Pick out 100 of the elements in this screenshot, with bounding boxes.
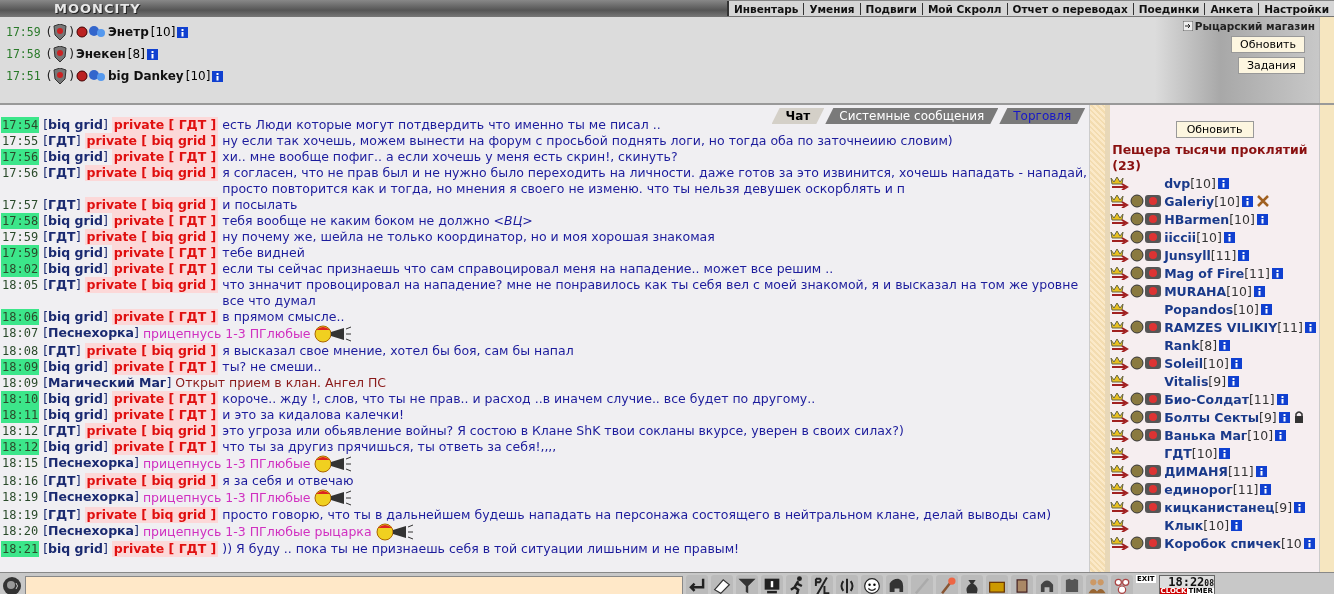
- menu-link[interactable]: Отчет о переводах: [1006, 2, 1133, 15]
- player-name[interactable]: dvp: [1164, 175, 1191, 191]
- sender-name[interactable]: [biq grid]: [43, 541, 108, 557]
- menu-link[interactable]: Инвентарь: [729, 2, 804, 15]
- info-icon[interactable]: [1238, 249, 1250, 261]
- info-icon[interactable]: [1230, 357, 1242, 369]
- info-icon[interactable]: [1260, 303, 1272, 315]
- panel-button[interactable]: Задания: [1237, 57, 1305, 74]
- sound-wave-icon[interactable]: [836, 574, 858, 594]
- player-name[interactable]: Galeriy: [1164, 193, 1215, 209]
- info-icon[interactable]: [1253, 285, 1265, 297]
- player-name[interactable]: Коробок спичек: [1164, 535, 1281, 551]
- panel-button[interactable]: Обновить: [1231, 36, 1305, 53]
- info-icon[interactable]: [1260, 483, 1272, 495]
- info-icon[interactable]: [1219, 339, 1231, 351]
- info-icon[interactable]: [1271, 267, 1283, 279]
- sender-name[interactable]: [Магический Маг]: [43, 375, 172, 391]
- eraser-icon[interactable]: [711, 574, 733, 594]
- sender-name[interactable]: [biq grid]: [43, 439, 108, 455]
- scrollbar[interactable]: [1319, 105, 1334, 572]
- armor-icon[interactable]: [1061, 574, 1083, 594]
- info-icon[interactable]: [1294, 501, 1306, 513]
- player-name[interactable]: Vitalis: [1164, 373, 1209, 389]
- shop-link[interactable]: Рыцарский магазин: [1194, 20, 1315, 32]
- player-name[interactable]: Ванька Маг: [1164, 427, 1248, 443]
- sender-name[interactable]: [ГДТ]: [43, 343, 81, 359]
- sender-name[interactable]: [Песнехорка]: [43, 489, 139, 505]
- sender-name[interactable]: [biq grid]: [43, 245, 108, 261]
- speaking-head-icon[interactable]: [2, 575, 22, 594]
- chat-tab[interactable]: Системные сообщения: [825, 108, 999, 124]
- player-name[interactable]: Клык: [1164, 517, 1204, 533]
- player-name[interactable]: Энекен: [76, 47, 126, 61]
- player-name[interactable]: Soleil: [1164, 355, 1204, 371]
- sender-name[interactable]: [biq grid]: [43, 117, 108, 133]
- info-icon[interactable]: [1223, 231, 1235, 243]
- sender-name[interactable]: [biq grid]: [43, 391, 108, 407]
- info-icon[interactable]: [1256, 213, 1268, 225]
- info-icon[interactable]: [1231, 519, 1242, 531]
- sender-name[interactable]: [biq grid]: [43, 261, 108, 277]
- sender-name[interactable]: [ГДТ]: [43, 229, 81, 245]
- sender-name[interactable]: [ГДТ]: [43, 423, 81, 439]
- sender-name[interactable]: [biq grid]: [43, 407, 108, 423]
- sender-name[interactable]: [ГДТ]: [43, 165, 81, 181]
- player-name[interactable]: iiccii: [1164, 229, 1197, 245]
- menu-link[interactable]: Мой Скролл: [921, 2, 1007, 15]
- scrollbar[interactable]: [1089, 105, 1106, 572]
- sender-name[interactable]: [Песнехорка]: [43, 455, 139, 471]
- sender-name[interactable]: [ГДТ]: [43, 133, 81, 149]
- info-icon[interactable]: [1304, 321, 1316, 333]
- info-icon[interactable]: [1217, 177, 1229, 189]
- info-icon[interactable]: [1241, 195, 1253, 207]
- chat-input[interactable]: [25, 575, 683, 594]
- people-icon[interactable]: [1111, 574, 1133, 594]
- player-name[interactable]: HBarmen: [1164, 211, 1230, 227]
- info-icon[interactable]: [1275, 429, 1287, 441]
- player-name[interactable]: big Dankey: [108, 69, 184, 83]
- player-name[interactable]: RAMZES VILIKIY: [1164, 319, 1278, 335]
- player-name[interactable]: единорог: [1164, 481, 1233, 497]
- info-icon[interactable]: [1255, 465, 1267, 477]
- funnel-icon[interactable]: [736, 574, 758, 594]
- monitor-icon[interactable]: [761, 574, 783, 594]
- sender-name[interactable]: [ГДТ]: [43, 277, 81, 293]
- player-name[interactable]: Popandos: [1164, 301, 1234, 317]
- sender-name[interactable]: [biq grid]: [43, 213, 108, 229]
- group-icon[interactable]: [1086, 574, 1108, 594]
- player-name[interactable]: Mag of Fire: [1164, 265, 1245, 281]
- menu-link[interactable]: Поединки: [1132, 2, 1205, 15]
- player-name[interactable]: Junsyll: [1164, 247, 1211, 263]
- info-icon[interactable]: [1303, 537, 1315, 549]
- sender-name[interactable]: [ГДТ]: [43, 473, 81, 489]
- info-icon[interactable]: [1219, 447, 1231, 459]
- sender-name[interactable]: [ГДТ]: [43, 197, 81, 213]
- smiley-icon[interactable]: [861, 574, 883, 594]
- sender-name[interactable]: [biq grid]: [43, 149, 108, 165]
- letters-pl-icon[interactable]: [811, 574, 833, 594]
- player-name[interactable]: ГДТ: [1164, 445, 1192, 461]
- sender-name[interactable]: [Песнехорка]: [43, 325, 139, 341]
- refresh-button[interactable]: Обновить: [1175, 121, 1254, 138]
- info-icon[interactable]: [1276, 393, 1288, 405]
- scrollbar[interactable]: [1319, 17, 1334, 103]
- menu-link[interactable]: Настройки: [1258, 2, 1334, 15]
- info-icon[interactable]: [1228, 375, 1240, 387]
- player-name[interactable]: MURAHA: [1164, 283, 1227, 299]
- player-name[interactable]: кицканистанец: [1164, 499, 1275, 515]
- player-name[interactable]: Энетр: [108, 25, 149, 39]
- helmet-icon[interactable]: [1036, 574, 1058, 594]
- info-icon[interactable]: [177, 26, 189, 38]
- logo[interactable]: MOONCITY: [0, 1, 141, 16]
- chat-tab[interactable]: Чат: [771, 108, 825, 124]
- sender-name[interactable]: [biq grid]: [43, 359, 108, 375]
- player-name[interactable]: Rank: [1164, 337, 1200, 353]
- info-icon[interactable]: [1278, 411, 1290, 423]
- sender-name[interactable]: [biq grid]: [43, 309, 108, 325]
- running-figure-icon[interactable]: [786, 574, 808, 594]
- player-name[interactable]: Био-Солдат: [1164, 391, 1249, 407]
- player-name[interactable]: Болты Секты: [1164, 409, 1260, 425]
- menu-link[interactable]: Умения: [803, 2, 860, 15]
- sender-name[interactable]: [Песнехорка]: [43, 523, 139, 539]
- sender-name[interactable]: [ГДТ]: [43, 507, 81, 523]
- money-bag-icon[interactable]: [961, 574, 983, 594]
